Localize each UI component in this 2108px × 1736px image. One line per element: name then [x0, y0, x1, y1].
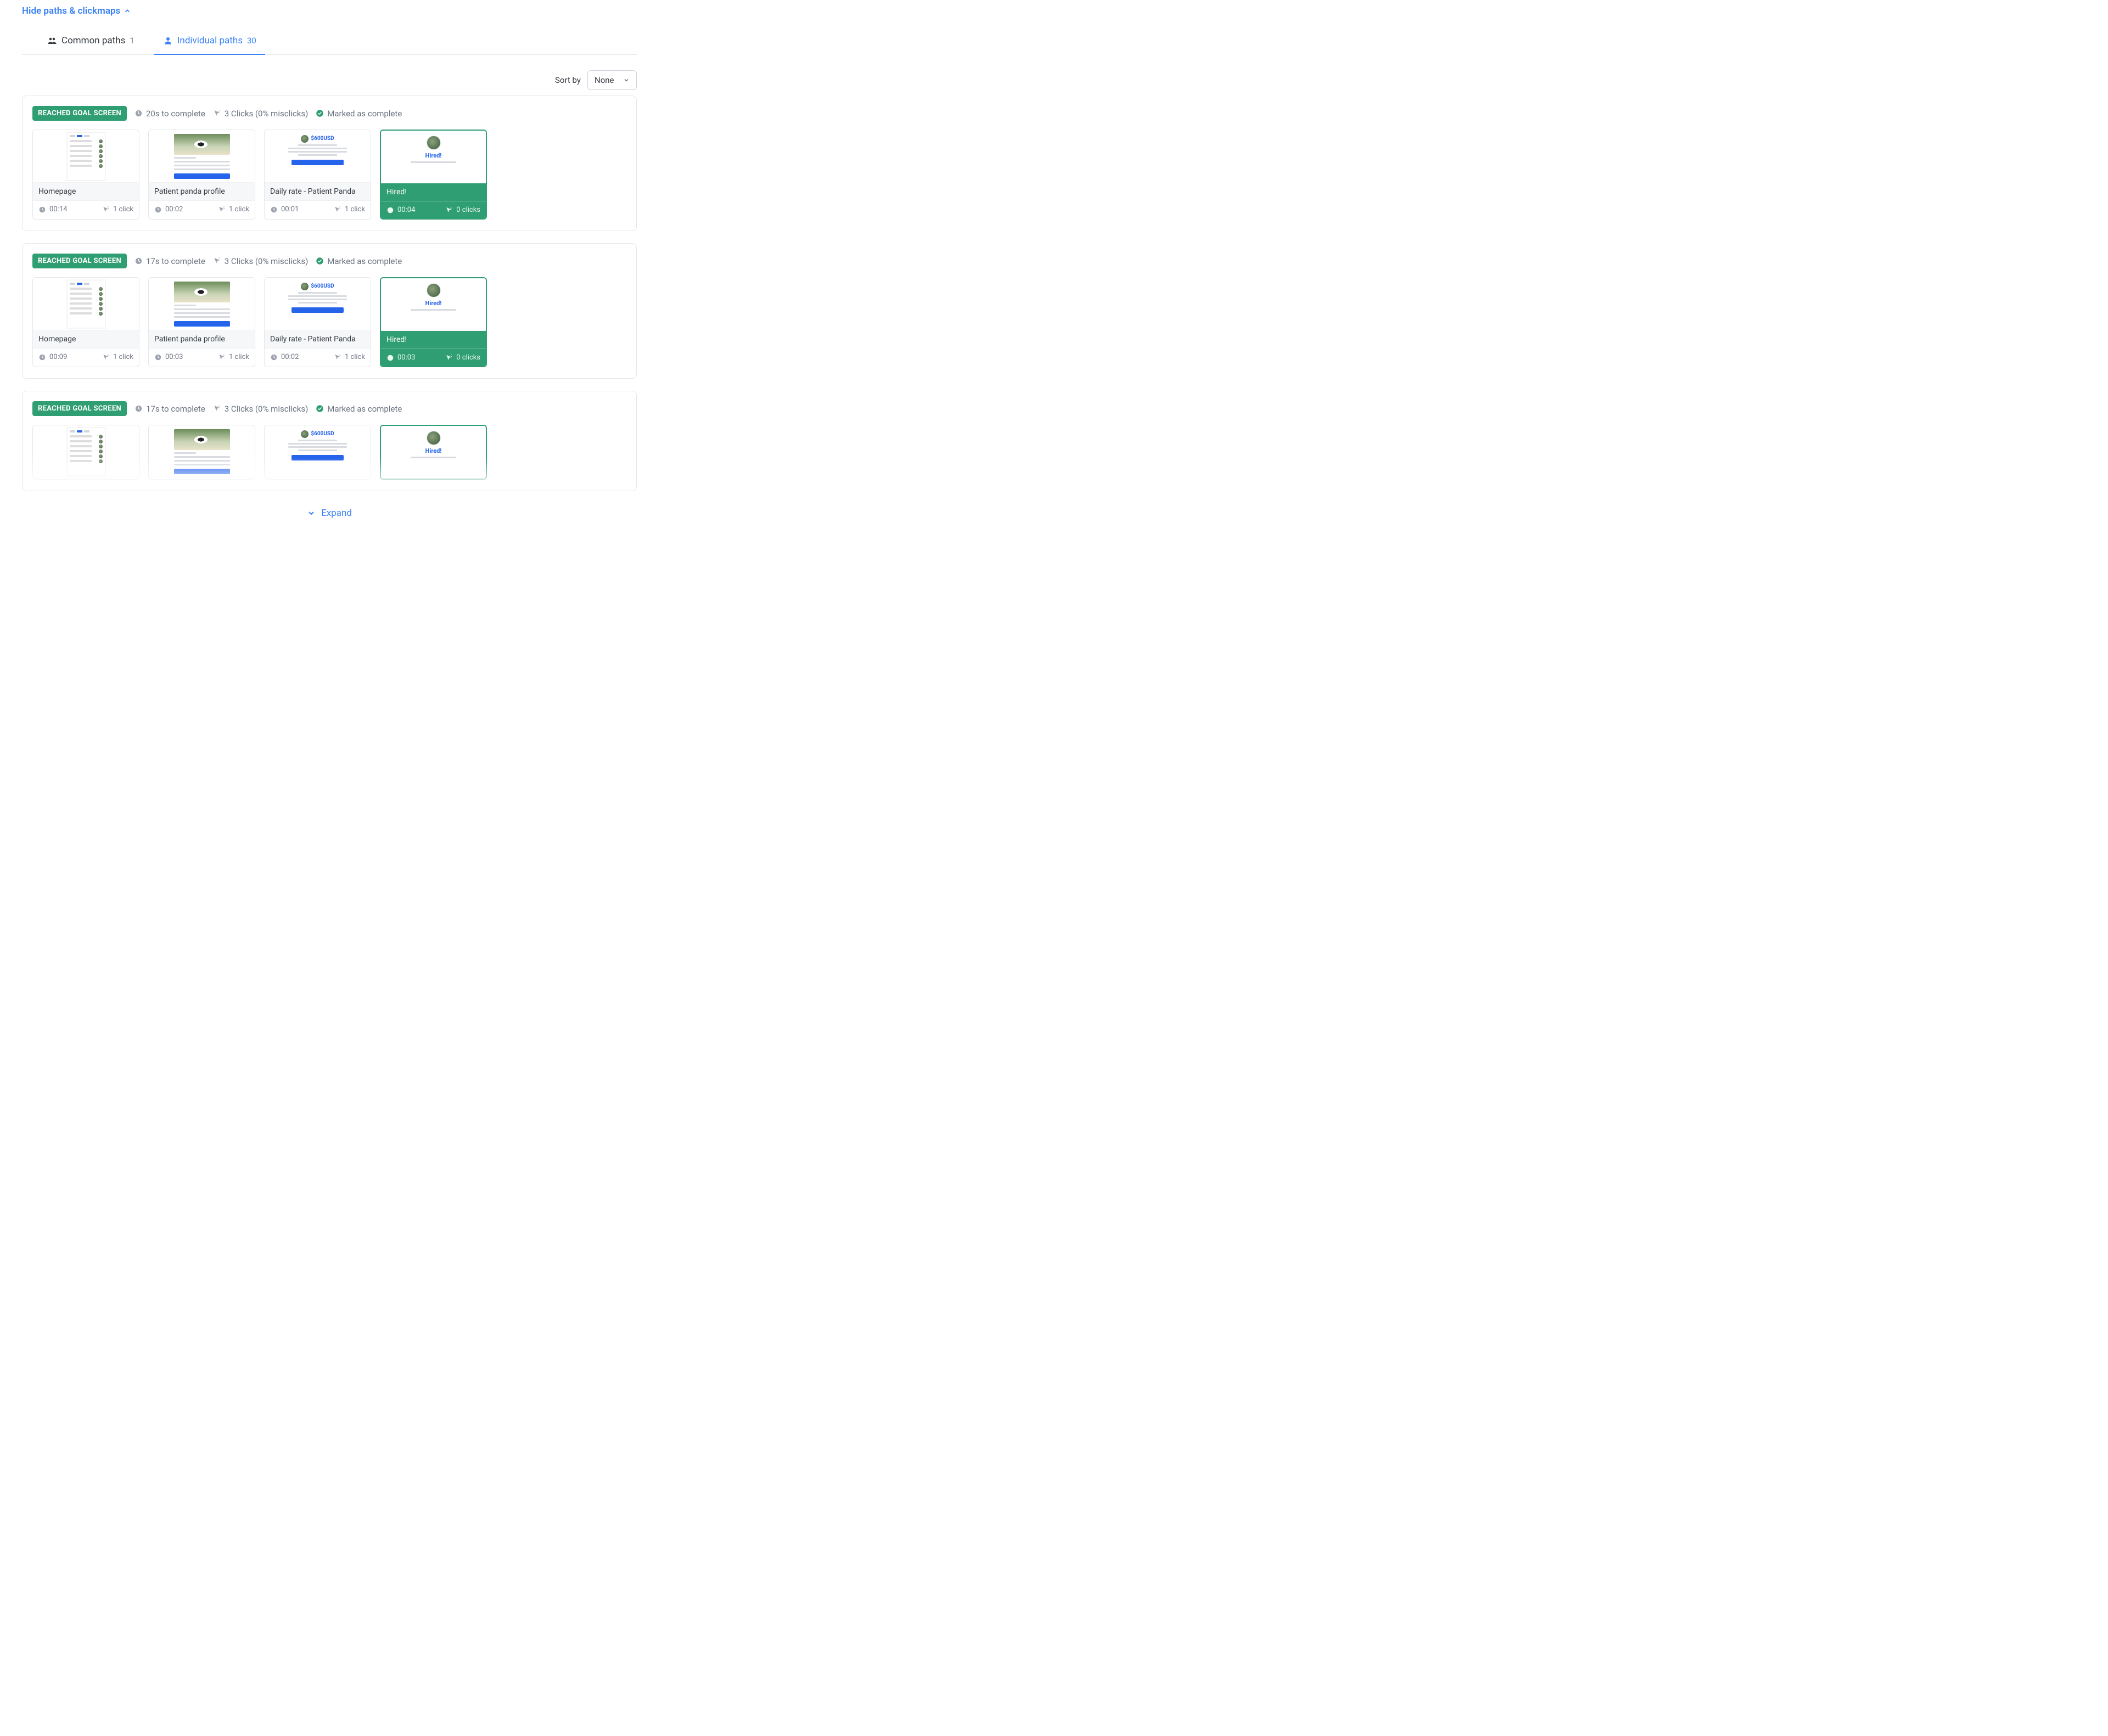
sort-label: Sort by — [555, 75, 581, 85]
step-footer: 00:02 1 click — [265, 348, 371, 366]
step-thumbnail: Hired! — [381, 278, 486, 331]
step-time: 00:03 — [154, 353, 183, 361]
path-step[interactable]: Homepage 00:09 1 click — [32, 277, 139, 367]
goal-badge: REACHED GOAL SCREEN — [32, 254, 127, 268]
click-count: 3 Clicks (0% misclicks) — [213, 404, 309, 414]
path-step[interactable] — [148, 425, 255, 480]
paths-tabs: Common paths 1 Individual paths 30 — [22, 29, 637, 55]
marked-complete: Marked as complete — [316, 109, 402, 119]
step-time: 00:02 — [154, 205, 183, 214]
person-icon — [163, 36, 173, 46]
chevron-down-icon — [307, 509, 316, 518]
step-footer: 00:03 0 clicks — [381, 349, 486, 366]
step-time: 00:14 — [38, 205, 67, 214]
step-thumbnail — [33, 130, 139, 183]
session-header: REACHED GOAL SCREEN 17s to complete 3 Clic… — [32, 254, 626, 268]
step-list: Homepage00:091 clickPatient panda profil… — [32, 277, 626, 367]
session-card: REACHED GOAL SCREEN 17s to complete 3 Clic… — [22, 243, 637, 379]
step-time: 00:01 — [270, 205, 299, 214]
path-step[interactable]: Hired!Hired! 00:04 0 clicks — [380, 130, 487, 220]
step-footer: 00:03 1 click — [149, 348, 255, 366]
path-step[interactable]: $600USDDaily rate - Patient Panda 00:02 1 … — [264, 277, 371, 367]
step-title: Hired! — [381, 183, 486, 201]
marked-complete: Marked as complete — [316, 404, 402, 414]
time-to-complete: 17s to complete — [134, 256, 205, 266]
path-step[interactable] — [32, 425, 139, 480]
goal-badge: REACHED GOAL SCREEN — [32, 401, 127, 416]
path-step[interactable]: $600USDDaily rate - Patient Panda 00:01 1 … — [264, 130, 371, 220]
tab-individual-count: 30 — [247, 36, 256, 46]
step-title: Hired! — [381, 331, 486, 349]
step-thumbnail — [149, 278, 255, 330]
step-clicks: 0 clicks — [445, 353, 480, 362]
step-thumbnail: Hired! — [381, 131, 486, 183]
time-to-complete: 17s to complete — [134, 404, 205, 414]
expand-label: Expand — [321, 508, 352, 519]
step-clicks: 1 click — [218, 353, 249, 361]
step-footer: 00:09 1 click — [33, 348, 139, 366]
step-thumbnail — [33, 278, 139, 330]
toggle-label: Hide paths & clickmaps — [22, 5, 120, 16]
step-thumbnail — [149, 130, 255, 183]
path-step[interactable]: Homepage 00:14 1 click — [32, 130, 139, 220]
step-thumbnail: $600USD — [265, 425, 371, 478]
click-count: 3 Clicks (0% misclicks) — [213, 256, 309, 266]
step-title: Daily rate - Patient Panda — [265, 183, 371, 200]
tab-common-count: 1 — [130, 36, 134, 46]
step-list: $600USDHired! — [32, 425, 626, 480]
step-title: Patient panda profile — [149, 183, 255, 200]
step-title: Homepage — [33, 330, 139, 348]
step-title: Daily rate - Patient Panda — [265, 330, 371, 348]
path-step[interactable]: Hired!Hired! 00:03 0 clicks — [380, 277, 487, 367]
tab-common-label: Common paths — [61, 35, 125, 46]
path-step[interactable]: Patient panda profile 00:03 1 click — [148, 277, 255, 367]
step-footer: 00:01 1 click — [265, 200, 371, 218]
step-footer: 00:04 0 clicks — [381, 201, 486, 218]
step-clicks: 0 clicks — [445, 206, 480, 214]
step-thumbnail — [33, 425, 139, 478]
step-time: 00:02 — [270, 353, 299, 361]
tab-individual-paths[interactable]: Individual paths 30 — [154, 29, 265, 55]
step-time: 00:09 — [38, 353, 67, 361]
step-clicks: 1 click — [218, 205, 249, 214]
chevron-down-icon — [623, 77, 630, 83]
sort-bar: Sort by None — [22, 55, 637, 95]
expand-button[interactable]: Expand — [22, 503, 637, 521]
step-clicks: 1 click — [334, 205, 365, 214]
chevron-up-icon — [124, 7, 131, 15]
tab-individual-label: Individual paths — [177, 35, 243, 46]
path-step[interactable]: Hired! — [380, 425, 487, 480]
sort-value: None — [595, 75, 614, 85]
step-footer: 00:02 1 click — [149, 200, 255, 218]
step-thumbnail: $600USD — [265, 130, 371, 183]
toggle-paths-clickmaps[interactable]: Hide paths & clickmaps — [22, 5, 131, 16]
step-clicks: 1 click — [102, 205, 133, 214]
sessions-list: REACHED GOAL SCREEN 20s to complete 3 Clic… — [22, 95, 637, 491]
step-clicks: 1 click — [334, 353, 365, 361]
step-thumbnail — [149, 425, 255, 478]
step-title: Patient panda profile — [149, 330, 255, 348]
step-footer: 00:14 1 click — [33, 200, 139, 218]
step-title: Homepage — [33, 183, 139, 200]
session-header: REACHED GOAL SCREEN 20s to complete 3 Clic… — [32, 106, 626, 121]
step-thumbnail: Hired! — [381, 426, 486, 479]
path-step[interactable]: $600USD — [264, 425, 371, 480]
time-to-complete: 20s to complete — [134, 109, 205, 119]
path-step[interactable]: Patient panda profile 00:02 1 click — [148, 130, 255, 220]
step-list: Homepage00:141 clickPatient panda profil… — [32, 130, 626, 220]
step-time: 00:04 — [386, 206, 415, 214]
tab-common-paths[interactable]: Common paths 1 — [38, 29, 143, 55]
session-header: REACHED GOAL SCREEN 17s to complete 3 Clic… — [32, 401, 626, 416]
step-clicks: 1 click — [102, 353, 133, 361]
people-icon — [47, 36, 57, 46]
sort-select[interactable]: None — [587, 70, 637, 90]
session-card: REACHED GOAL SCREEN 20s to complete 3 Clic… — [22, 95, 637, 231]
session-card: REACHED GOAL SCREEN 17s to complete 3 Clic… — [22, 391, 637, 491]
marked-complete: Marked as complete — [316, 256, 402, 266]
step-thumbnail: $600USD — [265, 278, 371, 330]
click-count: 3 Clicks (0% misclicks) — [213, 109, 309, 119]
goal-badge: REACHED GOAL SCREEN — [32, 106, 127, 121]
step-time: 00:03 — [386, 353, 415, 362]
